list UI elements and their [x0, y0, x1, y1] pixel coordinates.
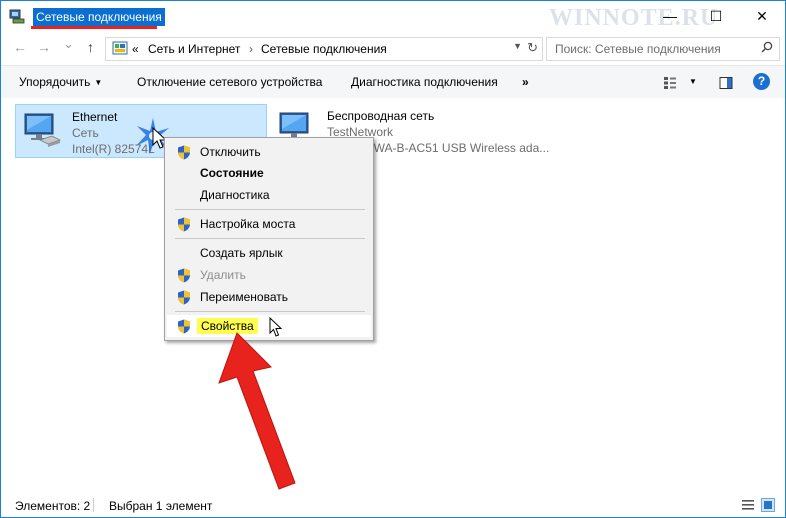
details-view-icon[interactable] [741, 498, 755, 512]
more-commands-button[interactable]: » [522, 75, 529, 89]
back-arrow-icon[interactable]: ← [13, 39, 27, 55]
organize-button[interactable]: Упорядочить ▼ [19, 75, 102, 89]
breadcrumb-network-connections[interactable]: Сетевые подключения [261, 42, 387, 56]
menu-item-label: Удалить [200, 268, 246, 282]
network-connections-icon [9, 9, 25, 24]
refresh-icon[interactable]: ↻ [527, 40, 538, 56]
status-divider [93, 498, 94, 512]
item-count: Элементов: 2 [15, 499, 91, 513]
connection-name: Ethernet [72, 110, 118, 124]
menu-separator [175, 238, 365, 239]
up-arrow-icon[interactable]: ↑ [87, 39, 94, 55]
menu-item-status[interactable]: Состояние [167, 162, 371, 184]
breadcrumb-network-internet[interactable]: Сеть и Интернет [148, 42, 240, 56]
status-bar: Элементов: 2 Выбран 1 элемент [1, 493, 785, 517]
annotation-underline [31, 26, 157, 29]
search-input[interactable]: Поиск: Сетевые подключения [546, 37, 780, 61]
close-button[interactable]: ✕ [739, 1, 785, 31]
menu-separator [175, 209, 365, 210]
maximize-button[interactable]: ☐ [693, 1, 739, 31]
menu-item-label: Отключить [200, 145, 261, 159]
view-options-chevron-icon[interactable]: ▼ [689, 77, 697, 86]
help-icon[interactable]: ? [753, 73, 770, 90]
context-menu: Отключить Состояние Диагностика Настройк… [164, 137, 374, 341]
menu-item-disable[interactable]: Отключить [167, 141, 371, 163]
disable-device-button[interactable]: Отключение сетевого устройства [137, 75, 322, 89]
menu-item-label: Состояние [200, 166, 264, 180]
menu-item-label: Диагностика [200, 188, 270, 202]
selection-count: Выбран 1 элемент [109, 499, 213, 513]
organize-label: Упорядочить [19, 75, 91, 89]
search-placeholder: Поиск: Сетевые подключения [555, 42, 721, 56]
annotation-arrow-icon [218, 332, 296, 490]
explorer-window: Сетевые подключения WINNOTE.RU — ☐ ✕ ← →… [0, 0, 786, 518]
breadcrumb-separator-icon[interactable]: › [249, 42, 253, 56]
uac-shield-icon [178, 290, 190, 305]
command-bar: Упорядочить ▼ Отключение сетевого устройс… [1, 65, 785, 99]
menu-separator [175, 311, 365, 312]
large-icons-view-icon[interactable] [761, 498, 775, 512]
search-icon [761, 41, 773, 53]
control-panel-icon [112, 41, 128, 55]
address-row: ← → ⌄ ↑ « Сеть и Интернет › Сетевые подк… [1, 33, 785, 63]
minimize-button[interactable]: — [647, 1, 693, 31]
address-bar[interactable]: « Сеть и Интернет › Сетевые подключения … [105, 37, 543, 61]
connection-network: Сеть [72, 126, 99, 140]
connections-view: Ethernet Сеть Intel(R) 82574L Беспроводн… [1, 98, 785, 493]
address-dropdown-icon[interactable]: ▼ [513, 41, 522, 51]
window-title: Сетевые подключения [33, 8, 165, 26]
chevron-down-icon: ▼ [94, 78, 103, 87]
uac-shield-icon [178, 319, 190, 334]
menu-item-label: Создать ярлык [200, 246, 283, 260]
preview-pane-icon[interactable] [719, 76, 733, 90]
network-adapter-icon [24, 113, 62, 147]
uac-shield-icon [178, 217, 190, 232]
menu-item-label: Переименовать [200, 290, 288, 304]
forward-arrow-icon[interactable]: → [37, 39, 51, 55]
diagnose-connection-button[interactable]: Диагностика подключения [351, 75, 498, 89]
change-view-icon[interactable] [663, 76, 677, 90]
recent-locations-icon[interactable]: ⌄ [63, 36, 74, 52]
menu-item-rename[interactable]: Переименовать [167, 286, 371, 308]
uac-shield-icon [178, 268, 190, 283]
menu-item-label: Настройка моста [200, 217, 296, 231]
menu-item-bridge[interactable]: Настройка моста [167, 213, 371, 235]
menu-item-delete: Удалить [167, 264, 371, 286]
title-bar: Сетевые подключения WINNOTE.RU — ☐ ✕ [1, 1, 785, 31]
menu-item-create-shortcut[interactable]: Создать ярлык [167, 242, 371, 264]
uac-shield-icon [178, 145, 190, 160]
breadcrumb-overflow[interactable]: « [132, 42, 139, 56]
menu-item-diagnostics[interactable]: Диагностика [167, 184, 371, 206]
connection-name: Беспроводная сеть [327, 109, 435, 123]
